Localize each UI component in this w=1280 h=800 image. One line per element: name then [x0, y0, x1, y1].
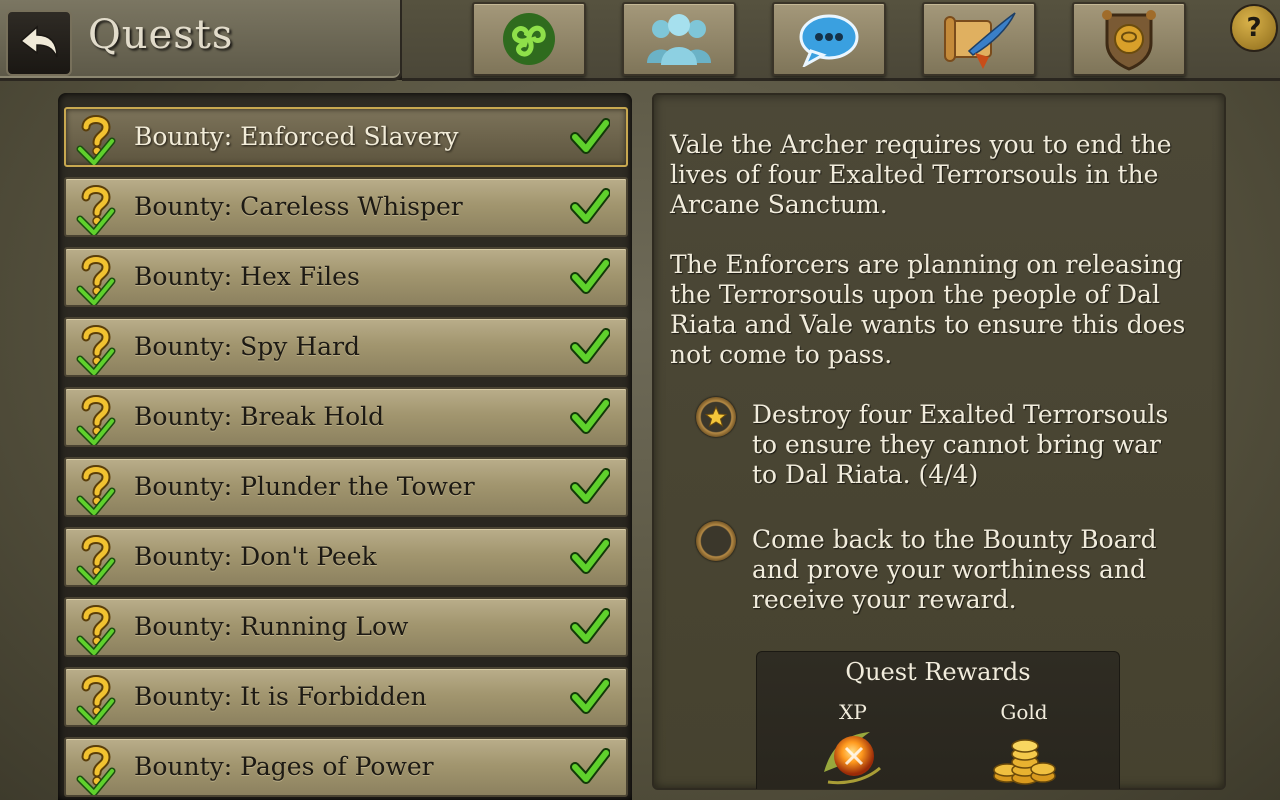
- gold-label: Gold: [1000, 700, 1048, 724]
- quest-rewards: Quest Rewards XP Gold: [756, 651, 1120, 789]
- quest-row[interactable]: Bounty: Plunder the Tower: [64, 457, 628, 517]
- checkmark-icon: [570, 677, 610, 717]
- quest-row[interactable]: Bounty: Enforced Slavery: [64, 107, 628, 167]
- quest-complete-icon: [76, 181, 116, 235]
- chat-icon: [799, 14, 859, 67]
- checkmark-icon: [570, 537, 610, 577]
- page-title: Quests: [88, 12, 234, 58]
- objective-complete-icon: [696, 397, 736, 437]
- objective-text-2: Come back to the Bounty Board and prove …: [752, 525, 1157, 614]
- quest-label: Bounty: It is Forbidden: [134, 682, 427, 711]
- quest-complete-icon: [76, 671, 116, 725]
- quest-row[interactable]: Bounty: Don't Peek: [64, 527, 628, 587]
- rewards-title: Quest Rewards: [845, 658, 1031, 686]
- help-button[interactable]: ?: [1230, 4, 1278, 52]
- objective-text-1: Destroy four Exalted Terrorsouls to ensu…: [752, 400, 1169, 489]
- quest-label: Bounty: Pages of Power: [134, 752, 434, 781]
- scroll-quill-icon: [944, 12, 1016, 69]
- quest-row[interactable]: Bounty: Pages of Power: [64, 737, 628, 797]
- quest-label: Bounty: Careless Whisper: [134, 192, 463, 221]
- quest-row[interactable]: Bounty: Break Hold: [64, 387, 628, 447]
- checkmark-icon: [570, 187, 610, 227]
- quest-complete-icon: [76, 531, 116, 585]
- nav-guild-button[interactable]: [1072, 2, 1186, 76]
- quest-detail-panel: Vale the Archer requires you to end the …: [652, 93, 1226, 790]
- gold-coins-icon: [993, 739, 1056, 785]
- title-plate: Quests: [0, 0, 403, 81]
- nav-bar: [402, 0, 1280, 81]
- checkmark-icon: [570, 257, 610, 297]
- nav-triskele-button[interactable]: [472, 2, 586, 76]
- quest-description-1: Vale the Archer requires you to end the …: [670, 130, 1172, 219]
- quest-description-2: The Enforcers are planning on releasing …: [670, 250, 1186, 369]
- objective-pending-icon: [696, 521, 736, 561]
- party-icon: [647, 14, 711, 65]
- checkmark-icon: [570, 327, 610, 367]
- checkmark-icon: [570, 117, 610, 157]
- xp-label: XP: [839, 700, 867, 724]
- help-icon: ?: [1246, 13, 1262, 43]
- quest-complete-icon: [76, 321, 116, 375]
- quest-complete-icon: [76, 251, 116, 305]
- nav-journal-button[interactable]: [922, 2, 1036, 76]
- xp-orb-icon: [824, 732, 881, 785]
- quest-label: Bounty: Hex Files: [134, 262, 360, 291]
- nav-party-button[interactable]: [622, 2, 736, 76]
- quest-label: Bounty: Spy Hard: [134, 332, 361, 361]
- quest-row[interactable]: Bounty: It is Forbidden: [64, 667, 628, 727]
- quest-label: Bounty: Running Low: [134, 612, 409, 641]
- back-button[interactable]: [6, 10, 72, 76]
- quest-complete-icon: [76, 461, 116, 515]
- nav-chat-button[interactable]: [772, 2, 886, 76]
- quest-label: Bounty: Break Hold: [134, 402, 385, 431]
- checkmark-icon: [570, 467, 610, 507]
- quest-row[interactable]: Bounty: Careless Whisper: [64, 177, 628, 237]
- checkmark-icon: [570, 747, 610, 787]
- quest-complete-icon: [76, 111, 116, 165]
- triskele-icon: [503, 13, 555, 65]
- guild-shield-icon: [1102, 10, 1156, 71]
- quest-list[interactable]: Bounty: Enforced Slavery Bounty: Careles…: [58, 93, 632, 800]
- star-icon: [704, 405, 728, 428]
- quest-row[interactable]: Bounty: Spy Hard: [64, 317, 628, 377]
- back-arrow-icon: [19, 25, 58, 58]
- quest-label: Bounty: Don't Peek: [134, 542, 377, 571]
- checkmark-icon: [570, 397, 610, 437]
- quest-complete-icon: [76, 601, 116, 655]
- quest-label: Bounty: Plunder the Tower: [134, 472, 475, 501]
- checkmark-icon: [570, 607, 610, 647]
- quest-row[interactable]: Bounty: Hex Files: [64, 247, 628, 307]
- quest-row[interactable]: Bounty: Running Low: [64, 597, 628, 657]
- quest-complete-icon: [76, 741, 116, 795]
- quest-label: Bounty: Enforced Slavery: [134, 122, 459, 151]
- quest-complete-icon: [76, 391, 116, 445]
